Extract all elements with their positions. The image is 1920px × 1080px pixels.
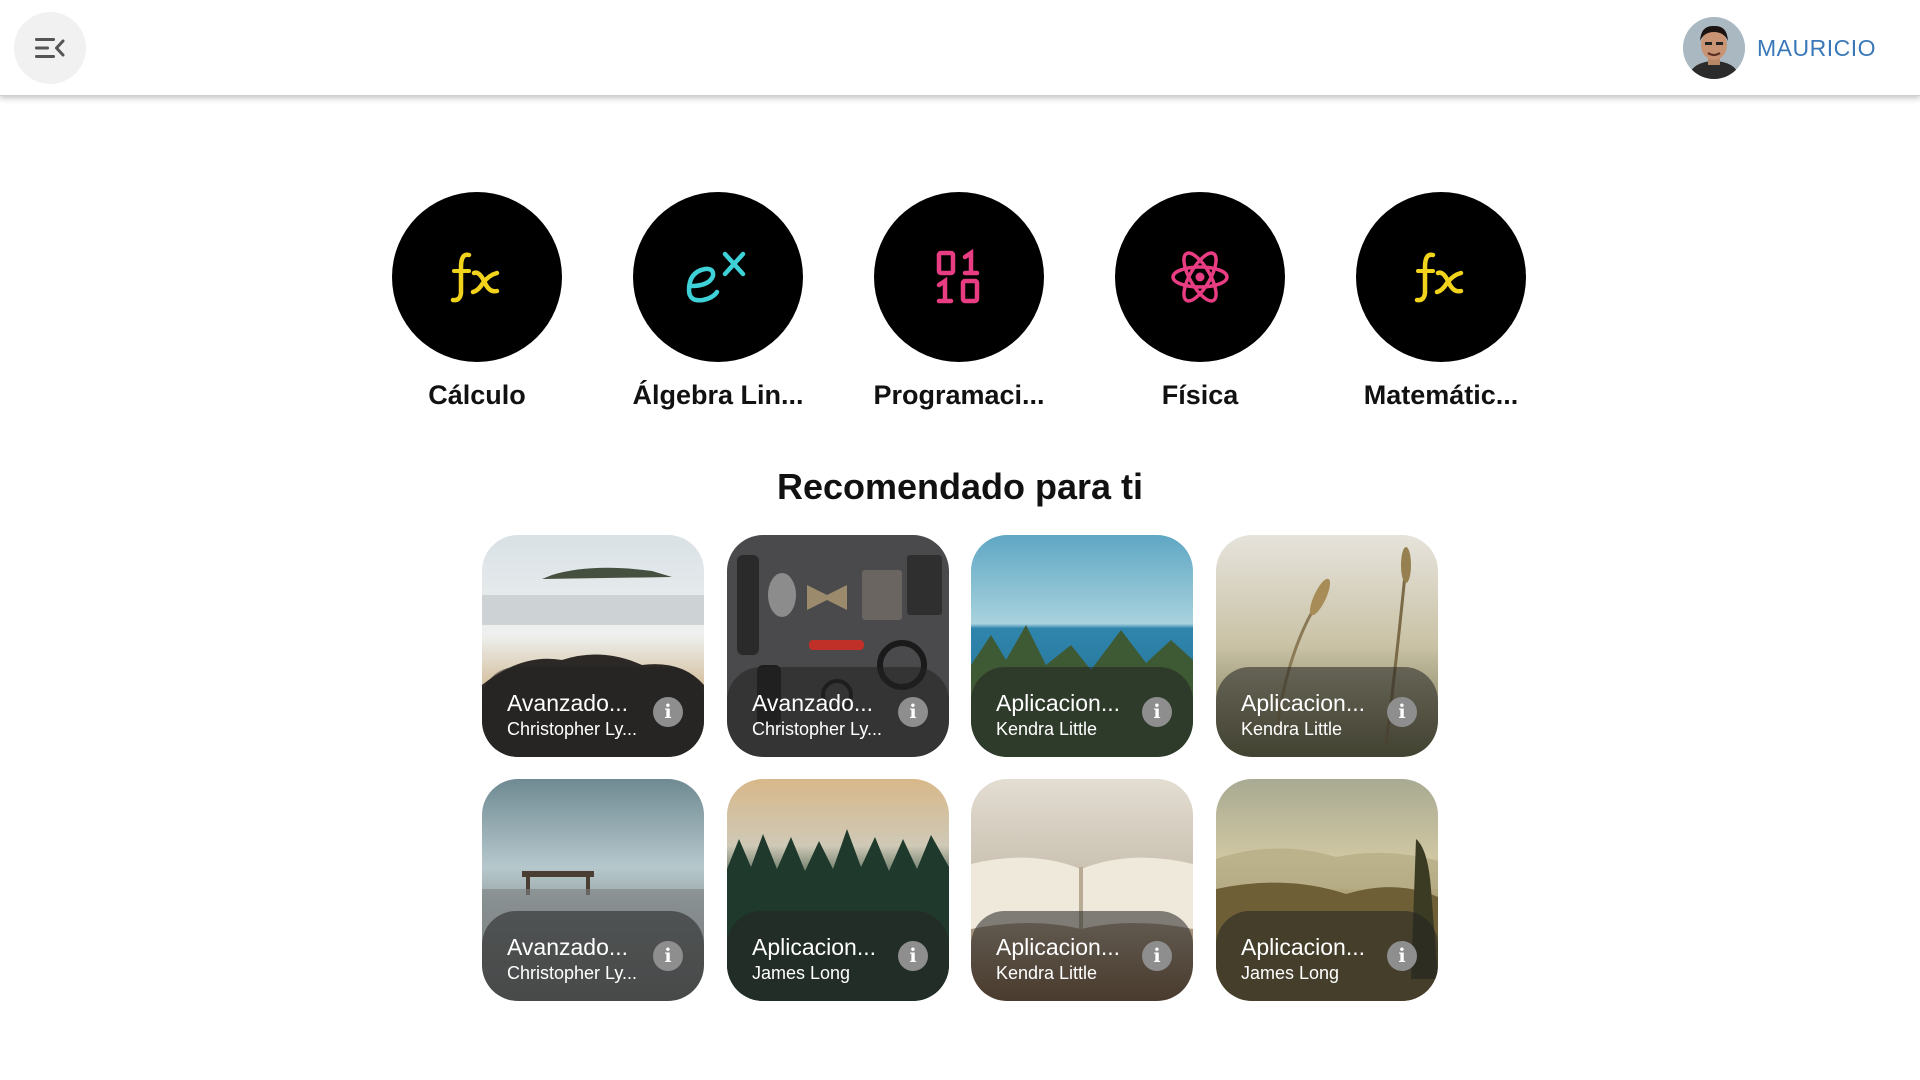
user-profile-button[interactable]: MAURICIO <box>1683 17 1876 79</box>
info-icon: i <box>664 944 672 967</box>
course-title[interactable]: Aplicacion... <box>996 690 1138 717</box>
course-card[interactable]: Avanzado... Christopher Ly... i <box>482 535 704 757</box>
subject-label[interactable]: Programaci... <box>873 380 1044 411</box>
subject-calculo[interactable]: Cálculo <box>392 192 562 411</box>
info-button[interactable]: i <box>898 941 928 971</box>
subject-algebra-lineal[interactable]: Álgebra Lin... <box>632 192 804 411</box>
function-fx-icon <box>450 252 500 303</box>
subject-circle[interactable] <box>874 192 1044 362</box>
subject-circle[interactable] <box>633 192 803 362</box>
course-title[interactable]: Aplicacion... <box>1241 934 1383 961</box>
subject-fisica[interactable]: Física <box>1115 192 1285 411</box>
course-author: Christopher Ly... <box>752 719 883 739</box>
subject-circle[interactable] <box>1356 192 1526 362</box>
info-button[interactable]: i <box>898 697 928 727</box>
subject-matematicas[interactable]: Matemátic... <box>1356 192 1526 411</box>
course-title[interactable]: Aplicacion... <box>752 934 894 961</box>
course-card[interactable]: Avanzado... Christopher Ly... i <box>482 779 704 1001</box>
course-author: Kendra Little <box>996 719 1098 739</box>
subject-circle[interactable] <box>1115 192 1285 362</box>
course-card[interactable]: Avanzado... Christopher Ly... i <box>727 535 949 757</box>
menu-collapse-icon <box>35 38 65 58</box>
binary-icon <box>936 248 980 304</box>
top-app-bar: MAURICIO <box>0 0 1920 96</box>
subject-programacion[interactable]: Programaci... <box>873 192 1045 411</box>
course-title[interactable]: Avanzado... <box>752 690 894 717</box>
exponential-icon <box>686 251 746 303</box>
course-card[interactable]: Aplicacion... Kendra Little i <box>971 535 1193 757</box>
subject-label[interactable]: Álgebra Lin... <box>632 380 803 411</box>
course-author: Christopher Ly... <box>507 719 638 739</box>
course-author: James Long <box>1241 963 1340 983</box>
course-author: Kendra Little <box>1241 719 1343 739</box>
user-name[interactable]: MAURICIO <box>1757 35 1876 62</box>
course-author: Kendra Little <box>996 963 1098 983</box>
course-card[interactable]: Aplicacion... James Long i <box>1216 779 1438 1001</box>
avatar[interactable] <box>1683 17 1745 79</box>
section-title-recommended: Recomendado para ti <box>776 466 1144 507</box>
course-title[interactable]: Aplicacion... <box>996 934 1138 961</box>
course-author: Christopher Ly... <box>507 963 638 983</box>
menu-toggle-button[interactable] <box>14 12 86 84</box>
recommended-courses-grid: Avanzado... Christopher Ly... i Avanzado… <box>482 535 1439 1001</box>
info-icon: i <box>1153 700 1161 723</box>
subject-label[interactable]: Física <box>1162 380 1239 411</box>
info-icon: i <box>1398 700 1406 723</box>
course-card[interactable]: Aplicacion... James Long i <box>727 779 949 1001</box>
course-card[interactable]: Aplicacion... Kendra Little i <box>971 779 1193 1001</box>
info-icon: i <box>1398 944 1406 967</box>
course-title[interactable]: Aplicacion... <box>1241 690 1383 717</box>
info-button[interactable]: i <box>1387 941 1417 971</box>
subject-label[interactable]: Cálculo <box>428 380 526 411</box>
info-button[interactable]: i <box>1142 697 1172 727</box>
subject-label[interactable]: Matemátic... <box>1364 380 1519 411</box>
course-title[interactable]: Avanzado... <box>507 934 649 961</box>
info-button[interactable]: i <box>1142 941 1172 971</box>
info-icon: i <box>909 944 917 967</box>
info-button[interactable]: i <box>653 941 683 971</box>
info-button[interactable]: i <box>653 697 683 727</box>
subject-categories: Cálculo Álgebra Lin... Programaci... Fís… <box>392 192 1528 422</box>
info-icon: i <box>909 700 917 723</box>
info-icon: i <box>664 700 672 723</box>
atom-icon <box>1171 251 1229 303</box>
course-title[interactable]: Avanzado... <box>507 690 649 717</box>
info-icon: i <box>1153 944 1161 967</box>
info-button[interactable]: i <box>1387 697 1417 727</box>
course-card[interactable]: Aplicacion... Kendra Little i <box>1216 535 1438 757</box>
subject-circle[interactable] <box>392 192 562 362</box>
function-fx-icon <box>1414 252 1464 303</box>
course-author: James Long <box>752 963 851 983</box>
